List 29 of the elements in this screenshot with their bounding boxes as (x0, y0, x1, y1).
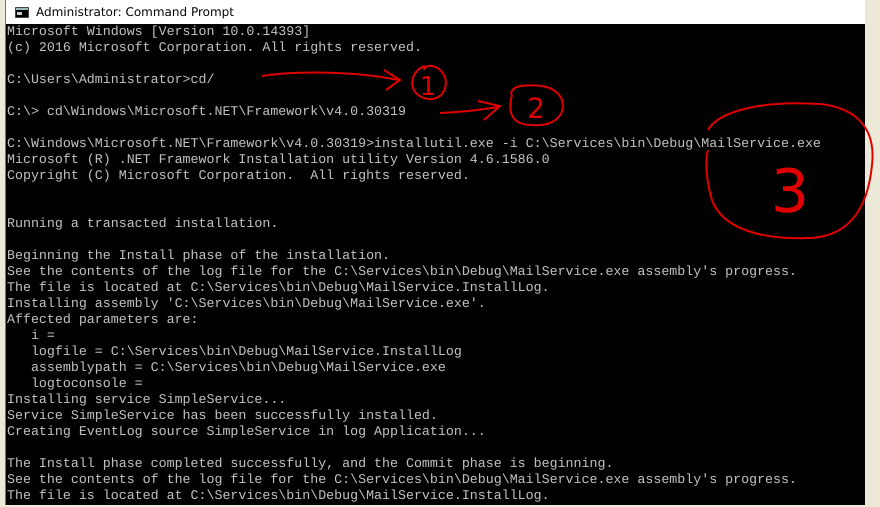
console-line: Microsoft (R) .NET Framework Installation utility Version 4.6.1586.0 (7, 152, 550, 168)
annotation-number: 1 (420, 72, 436, 102)
console-line: Installing service SimpleService... (7, 392, 286, 408)
console-line: assemblypath = C:\Services\bin\Debug\MailService.exe (30, 360, 446, 376)
console-line: Beginning the Install phase of the installation. (7, 248, 390, 264)
annotation-arrow (439, 100, 501, 121)
console-line: C:\> cd\Windows\Microsoft.NET\Framework\v4.0.30319 (7, 104, 406, 120)
annotation-number: 2 (527, 92, 545, 125)
console-line: The file is located at C:\Services\bin\Debug\MailService.InstallLog. (7, 280, 550, 296)
console-line: The Install phase completed successfully, and the Commit phase is beginning. (7, 456, 614, 472)
console-line: logtoconsole = (30, 376, 143, 392)
console-line: See the contents of the log file for the C:\Services\bin\Debug\MailService.exe assembly's progress. (7, 264, 797, 280)
console-line: Copyright (C) Microsoft Corporation. All rights reserved. (7, 168, 470, 184)
console-line: Microsoft Windows [Version 10.0.14393] (7, 24, 310, 40)
console-line: Running a transacted installation. (7, 216, 278, 232)
window-title: Administrator: Command Prompt (36, 4, 234, 21)
console-line: Affected parameters are: (7, 312, 199, 328)
annotation-number: 3 (770, 157, 810, 227)
console-line: See the contents of the log file for the C:\Services\bin\Debug\MailService.exe assembly's progress. (7, 472, 797, 488)
console-line: Service SimpleService has been successfully installed. (7, 408, 438, 424)
console-line: Installing assembly 'C:\Services\bin\Debug\MailService.exe'. (7, 296, 486, 312)
console-line: C:\Users\Administrator>cd/ (7, 72, 214, 88)
console-line: Creating EventLog source SimpleService in log Application... (7, 424, 486, 440)
console-line: C:\Windows\Microsoft.NET\Framework\v4.0.30319>installutil.exe -i C:\Services\bin\Debug\MailService.exe (7, 136, 821, 152)
console-line: i = (30, 328, 55, 344)
console-line: (c) 2016 Microsoft Corporation. All rights reserved. (7, 40, 422, 56)
console-icon (15, 6, 29, 18)
console-line: The file is located at C:\Services\bin\Debug\MailService.InstallLog. (7, 488, 550, 504)
console-line: logfile = C:\Services\bin\Debug\MailService.InstallLog (30, 344, 462, 360)
